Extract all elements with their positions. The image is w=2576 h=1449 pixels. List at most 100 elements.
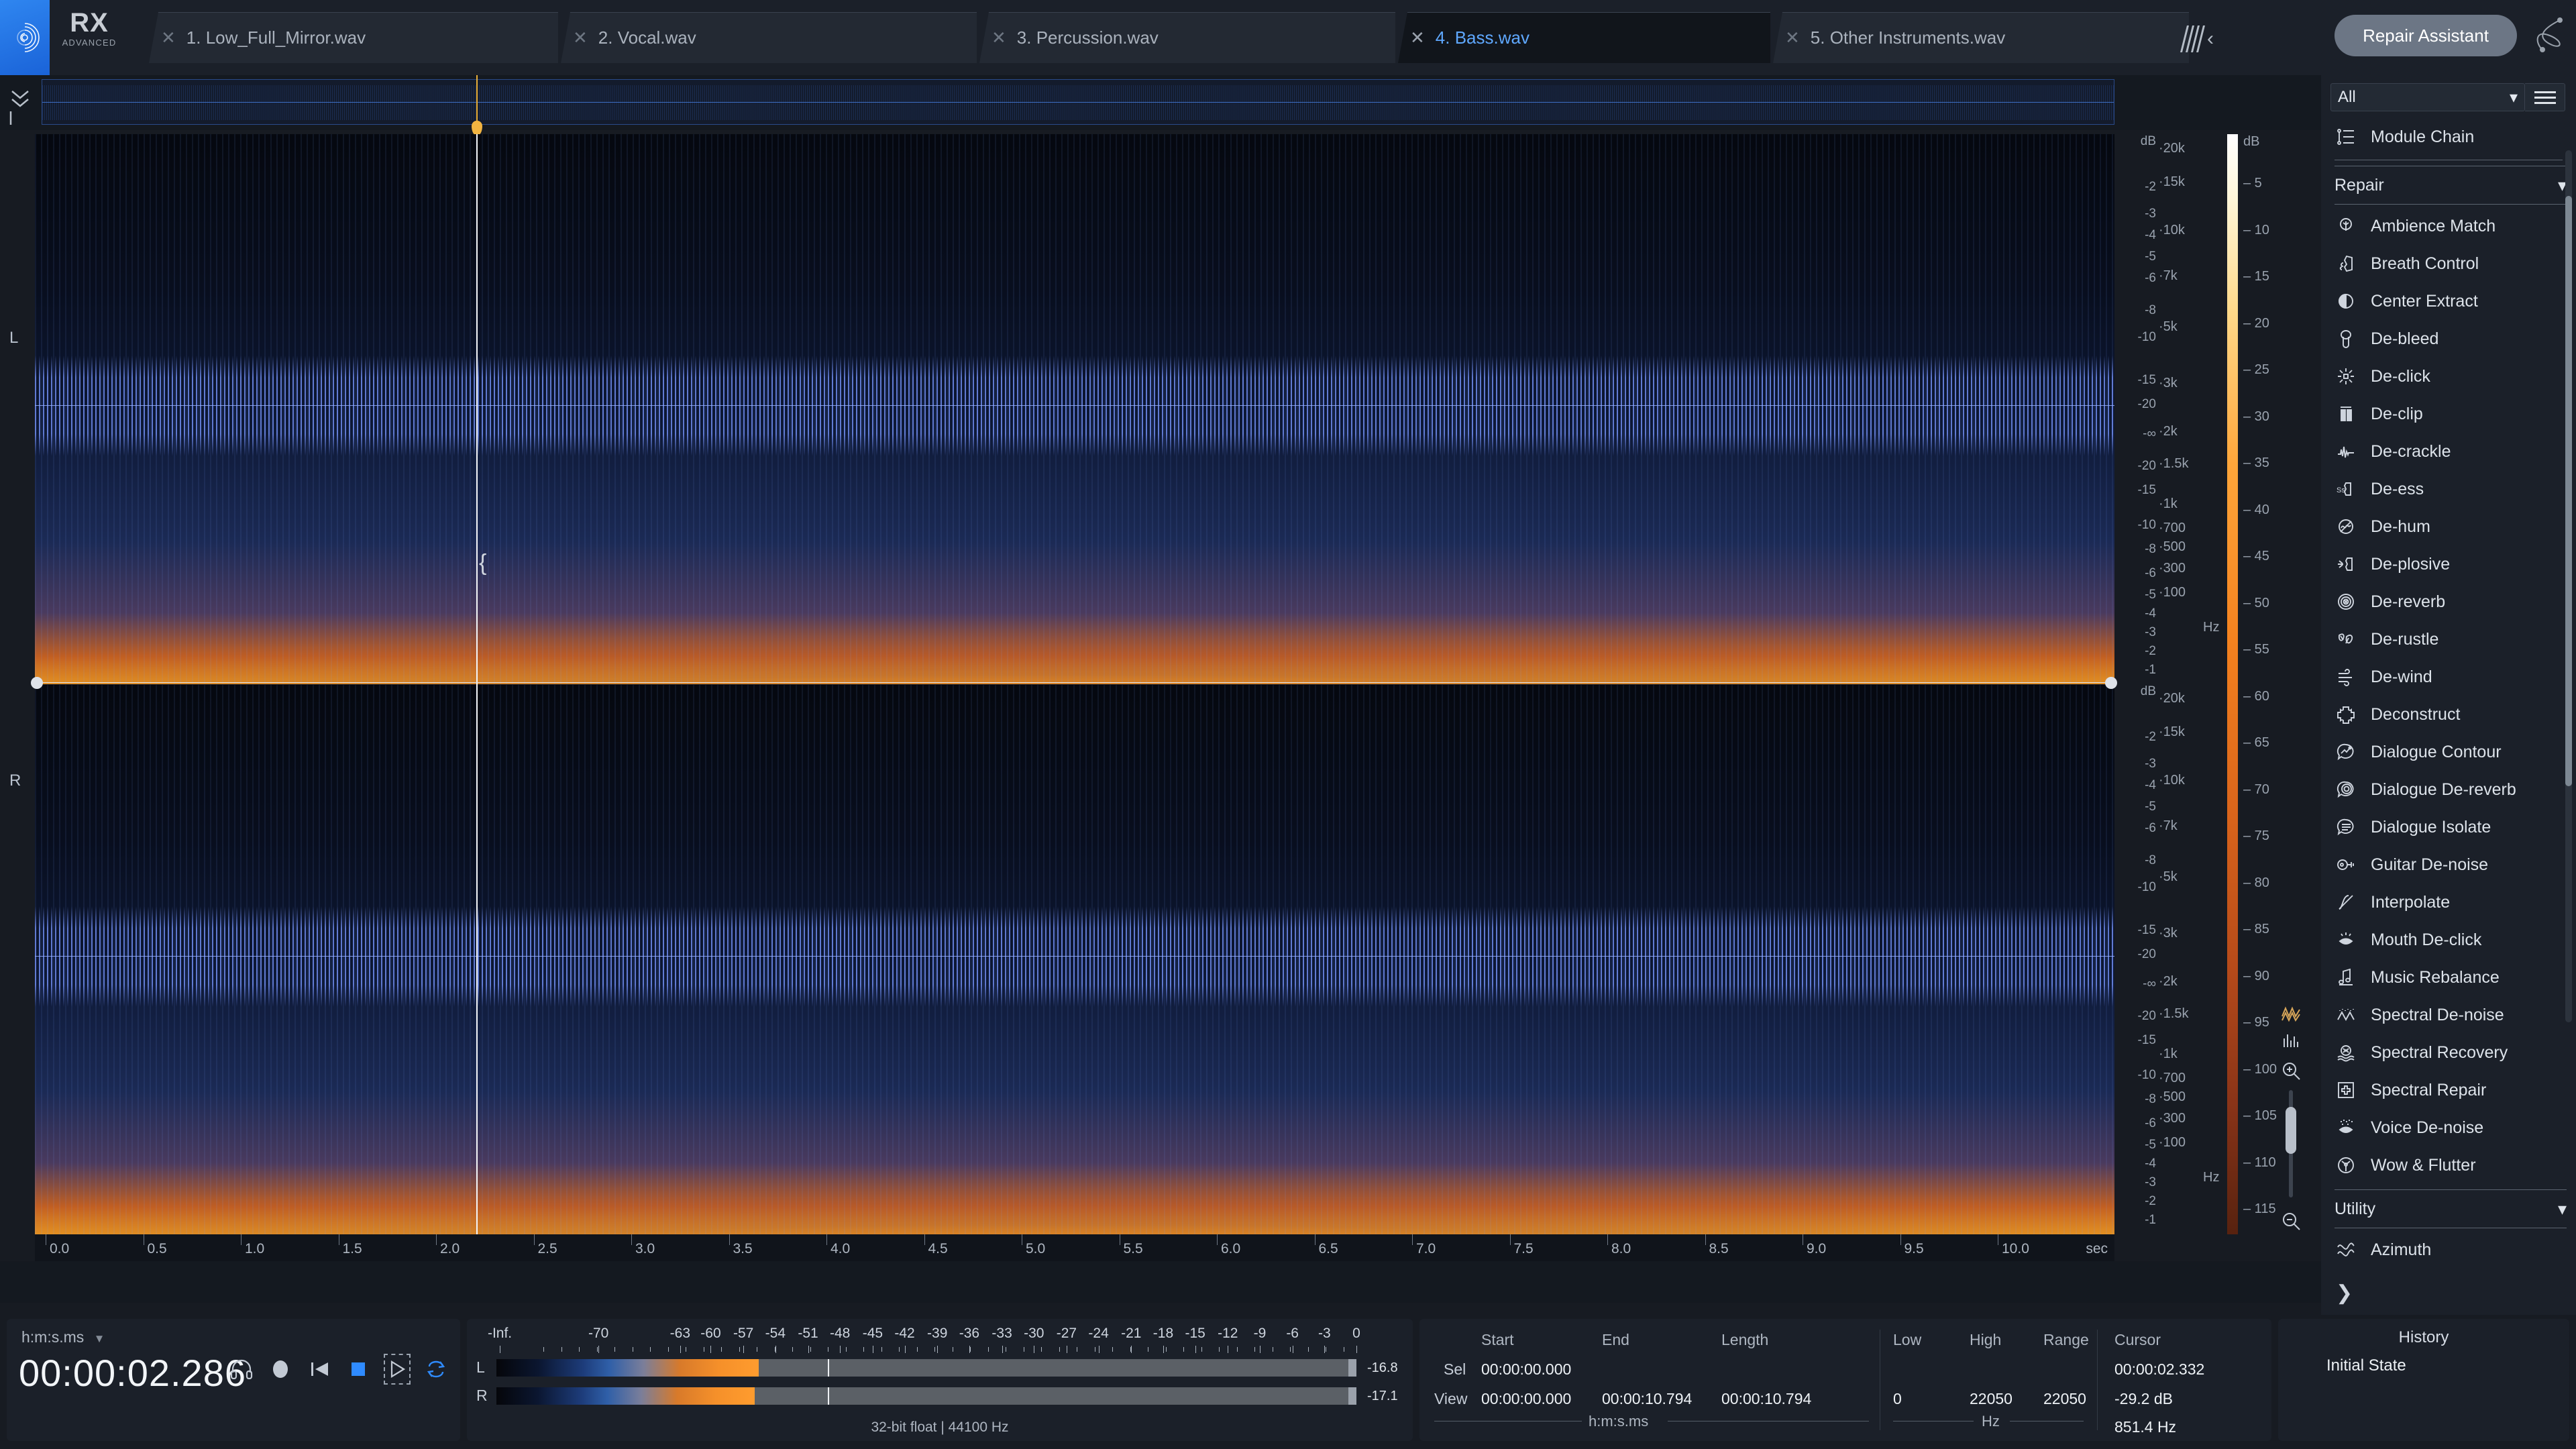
info-header-length: Length — [1721, 1331, 1769, 1348]
info-freq-range[interactable]: 22050 — [2043, 1390, 2086, 1408]
selection-info-panel: Start End Length Sel 00:00:00.000 View 0… — [1419, 1319, 2271, 1441]
vertical-zoom-thumb[interactable] — [2286, 1107, 2296, 1154]
module-list-item[interactable]: Mouth De-click — [2321, 921, 2576, 959]
de-bleed-icon — [2341, 330, 2351, 348]
record-circle-icon[interactable] — [267, 1354, 294, 1385]
file-tab-3[interactable]: ✕ 3. Percussion.wav — [979, 12, 1395, 63]
module-list-item[interactable]: Dialogue Isolate — [2321, 808, 2576, 846]
db-axis-tick: -∞ — [2143, 977, 2156, 991]
loop-arrows-icon[interactable] — [423, 1354, 449, 1385]
module-list[interactable]: Module Chain Repair ▾ Ambience Match Breath … — [2321, 118, 2576, 1269]
module-list-item[interactable]: Azimuth — [2321, 1231, 2576, 1269]
overview-waveform[interactable] — [42, 79, 2114, 125]
file-tab-1[interactable]: ✕ 1. Low_Full_Mirror.wav — [149, 12, 558, 63]
info-freq-low[interactable]: 0 — [1893, 1390, 1902, 1408]
spectrogram-view[interactable] — [35, 134, 2114, 1234]
module-group-header[interactable]: Repair ▾ — [2334, 166, 2567, 205]
list-view-icon[interactable] — [2525, 83, 2565, 111]
spectrogram-channel-right[interactable] — [35, 684, 2114, 1234]
module-list-item[interactable]: Center Extract — [2321, 282, 2576, 320]
time-ruler[interactable]: sec 0.0 0.5 1.0 1.5 2.0 2.5 3.0 3.5 4.0 4.5 5.0 5.5… — [35, 1234, 2114, 1261]
headphones-icon[interactable] — [228, 1354, 255, 1385]
stop-square-icon[interactable] — [345, 1354, 372, 1385]
module-list-item[interactable]: De-reverb — [2321, 583, 2576, 621]
module-list-item[interactable]: De-clip — [2321, 395, 2576, 433]
module-list-item[interactable]: Module Chain — [2321, 118, 2576, 156]
history-item-initial-state[interactable]: Initial State — [2326, 1356, 2406, 1375]
db-axis-tick: -3 — [2145, 207, 2156, 221]
db-axis[interactable]: dB -2 -3 -4 -5 -6 -8 -10 -15 -20 -∞ -20 -15 -10 -8 -6 -5… — [2117, 134, 2157, 1234]
frequency-axis-tick: ·2k — [2159, 424, 2178, 439]
time-format-selector[interactable]: h:m:s.ms ▼ — [21, 1328, 105, 1346]
close-icon[interactable]: ✕ — [991, 28, 1006, 48]
colorbar-tick: – 10 — [2243, 222, 2269, 237]
izotope-knot-icon[interactable] — [2528, 15, 2568, 56]
module-group-header[interactable]: Utility ▾ — [2334, 1189, 2567, 1228]
close-icon[interactable]: ✕ — [573, 28, 588, 48]
close-icon[interactable]: ✕ — [161, 28, 176, 48]
de-click-icon — [2338, 368, 2354, 384]
channel-split-handle-right[interactable] — [2105, 677, 2117, 689]
spectrogram-channel-left[interactable] — [35, 134, 2114, 684]
meter-scale-label: -Inf. — [487, 1326, 513, 1341]
info-sel-start[interactable]: 00:00:00.000 — [1481, 1360, 1571, 1379]
module-list-item[interactable]: Spectral Repair — [2321, 1071, 2576, 1109]
module-list-item[interactable]: Music Rebalance — [2321, 959, 2576, 996]
module-list-item-label: Voice De-noise — [2371, 1118, 2484, 1137]
file-tab-2[interactable]: ✕ 2. Vocal.wav — [561, 12, 977, 63]
colorbar-tick: – 65 — [2243, 735, 2269, 750]
de-hum-icon — [2339, 519, 2353, 534]
azimuth-icon — [2337, 1242, 2355, 1256]
app-logo[interactable] — [0, 0, 50, 75]
spectrogram-display-icon[interactable] — [2277, 1028, 2304, 1055]
playhead-time-display[interactable]: 00:00:02.286 — [19, 1351, 246, 1395]
info-view-end[interactable]: 00:00:10.794 — [1602, 1390, 1692, 1408]
module-list-item[interactable]: De-crackle — [2321, 433, 2576, 470]
chevron-right-icon[interactable]: ❯ — [2336, 1281, 2353, 1305]
play-triangle-icon[interactable] — [384, 1354, 411, 1385]
channel-split-handle[interactable] — [35, 682, 2110, 683]
frequency-axis[interactable]: ·20k ·15k ·10k ·7k ·5k ·3k ·2k ·1.5k ·1k ·700 ·500… — [2157, 134, 2219, 1234]
module-list-item[interactable]: Spectral De-noise — [2321, 996, 2576, 1034]
module-list-item[interactable]: Dialogue Contour — [2321, 733, 2576, 771]
module-list-item[interactable]: De-click — [2321, 358, 2576, 395]
module-list-item[interactable]: De-wind — [2321, 658, 2576, 696]
module-list-item[interactable]: De-bleed — [2321, 320, 2576, 358]
module-list-item[interactable]: Voice De-noise — [2321, 1109, 2576, 1146]
module-list-item[interactable]: Deconstruct — [2321, 696, 2576, 733]
info-view-start[interactable]: 00:00:00.000 — [1481, 1390, 1571, 1408]
module-list-item[interactable]: Interpolate — [2321, 883, 2576, 921]
spectrogram-playhead[interactable] — [476, 134, 478, 1234]
colorbar-tick: – 60 — [2243, 688, 2269, 704]
module-filter-select[interactable]: All ▾ — [2330, 83, 2525, 111]
file-tab-5[interactable]: ✕ 5. Other Instruments.wav — [1773, 12, 2189, 63]
module-list-scrollbar-thumb[interactable] — [2565, 196, 2572, 786]
tab-overflow-chevron-icon[interactable]: ‹ — [2180, 20, 2231, 58]
module-list-item[interactable]: Ambience Match — [2321, 207, 2576, 245]
module-list-item[interactable]: Wow & Flutter — [2321, 1146, 2576, 1184]
waveform-display-icon[interactable] — [2277, 1000, 2304, 1026]
zoom-in-vertical-icon[interactable] — [2277, 1057, 2304, 1084]
repair-assistant-button[interactable]: Repair Assistant — [2334, 15, 2517, 56]
module-list-item-label: De-ess — [2371, 479, 2424, 498]
file-tab-4[interactable]: ✕ 4. Bass.wav — [1398, 12, 1770, 63]
zoom-out-vertical-icon[interactable] — [2277, 1208, 2304, 1234]
file-tab-label: 4. Bass.wav — [1435, 28, 1529, 48]
info-freq-high[interactable]: 22050 — [1970, 1390, 2012, 1408]
module-list-item[interactable]: Guitar De-noise — [2321, 846, 2576, 883]
collapse-chevron-icon[interactable] — [7, 75, 39, 130]
module-list-item[interactable]: Dialogue De-reverb — [2321, 771, 2576, 808]
close-icon[interactable]: ✕ — [1785, 28, 1800, 48]
channel-split-handle-left[interactable] — [31, 677, 43, 689]
module-list-item[interactable]: Breath Control — [2321, 245, 2576, 282]
module-list-item[interactable]: Ss De-ess — [2321, 470, 2576, 508]
rewind-to-start-icon[interactable] — [306, 1354, 333, 1385]
module-list-item[interactable]: De-rustle — [2321, 621, 2576, 658]
module-list-item[interactable]: De-hum — [2321, 508, 2576, 545]
module-list-item[interactable]: De-plosive — [2321, 545, 2576, 583]
close-icon[interactable]: ✕ — [1410, 28, 1425, 48]
module-list-item[interactable]: Spectral Recovery — [2321, 1034, 2576, 1071]
info-view-length[interactable]: 00:00:10.794 — [1721, 1390, 1811, 1408]
playhead-marker-icon[interactable] — [472, 121, 482, 136]
time-ruler-tick — [1217, 1234, 1218, 1245]
